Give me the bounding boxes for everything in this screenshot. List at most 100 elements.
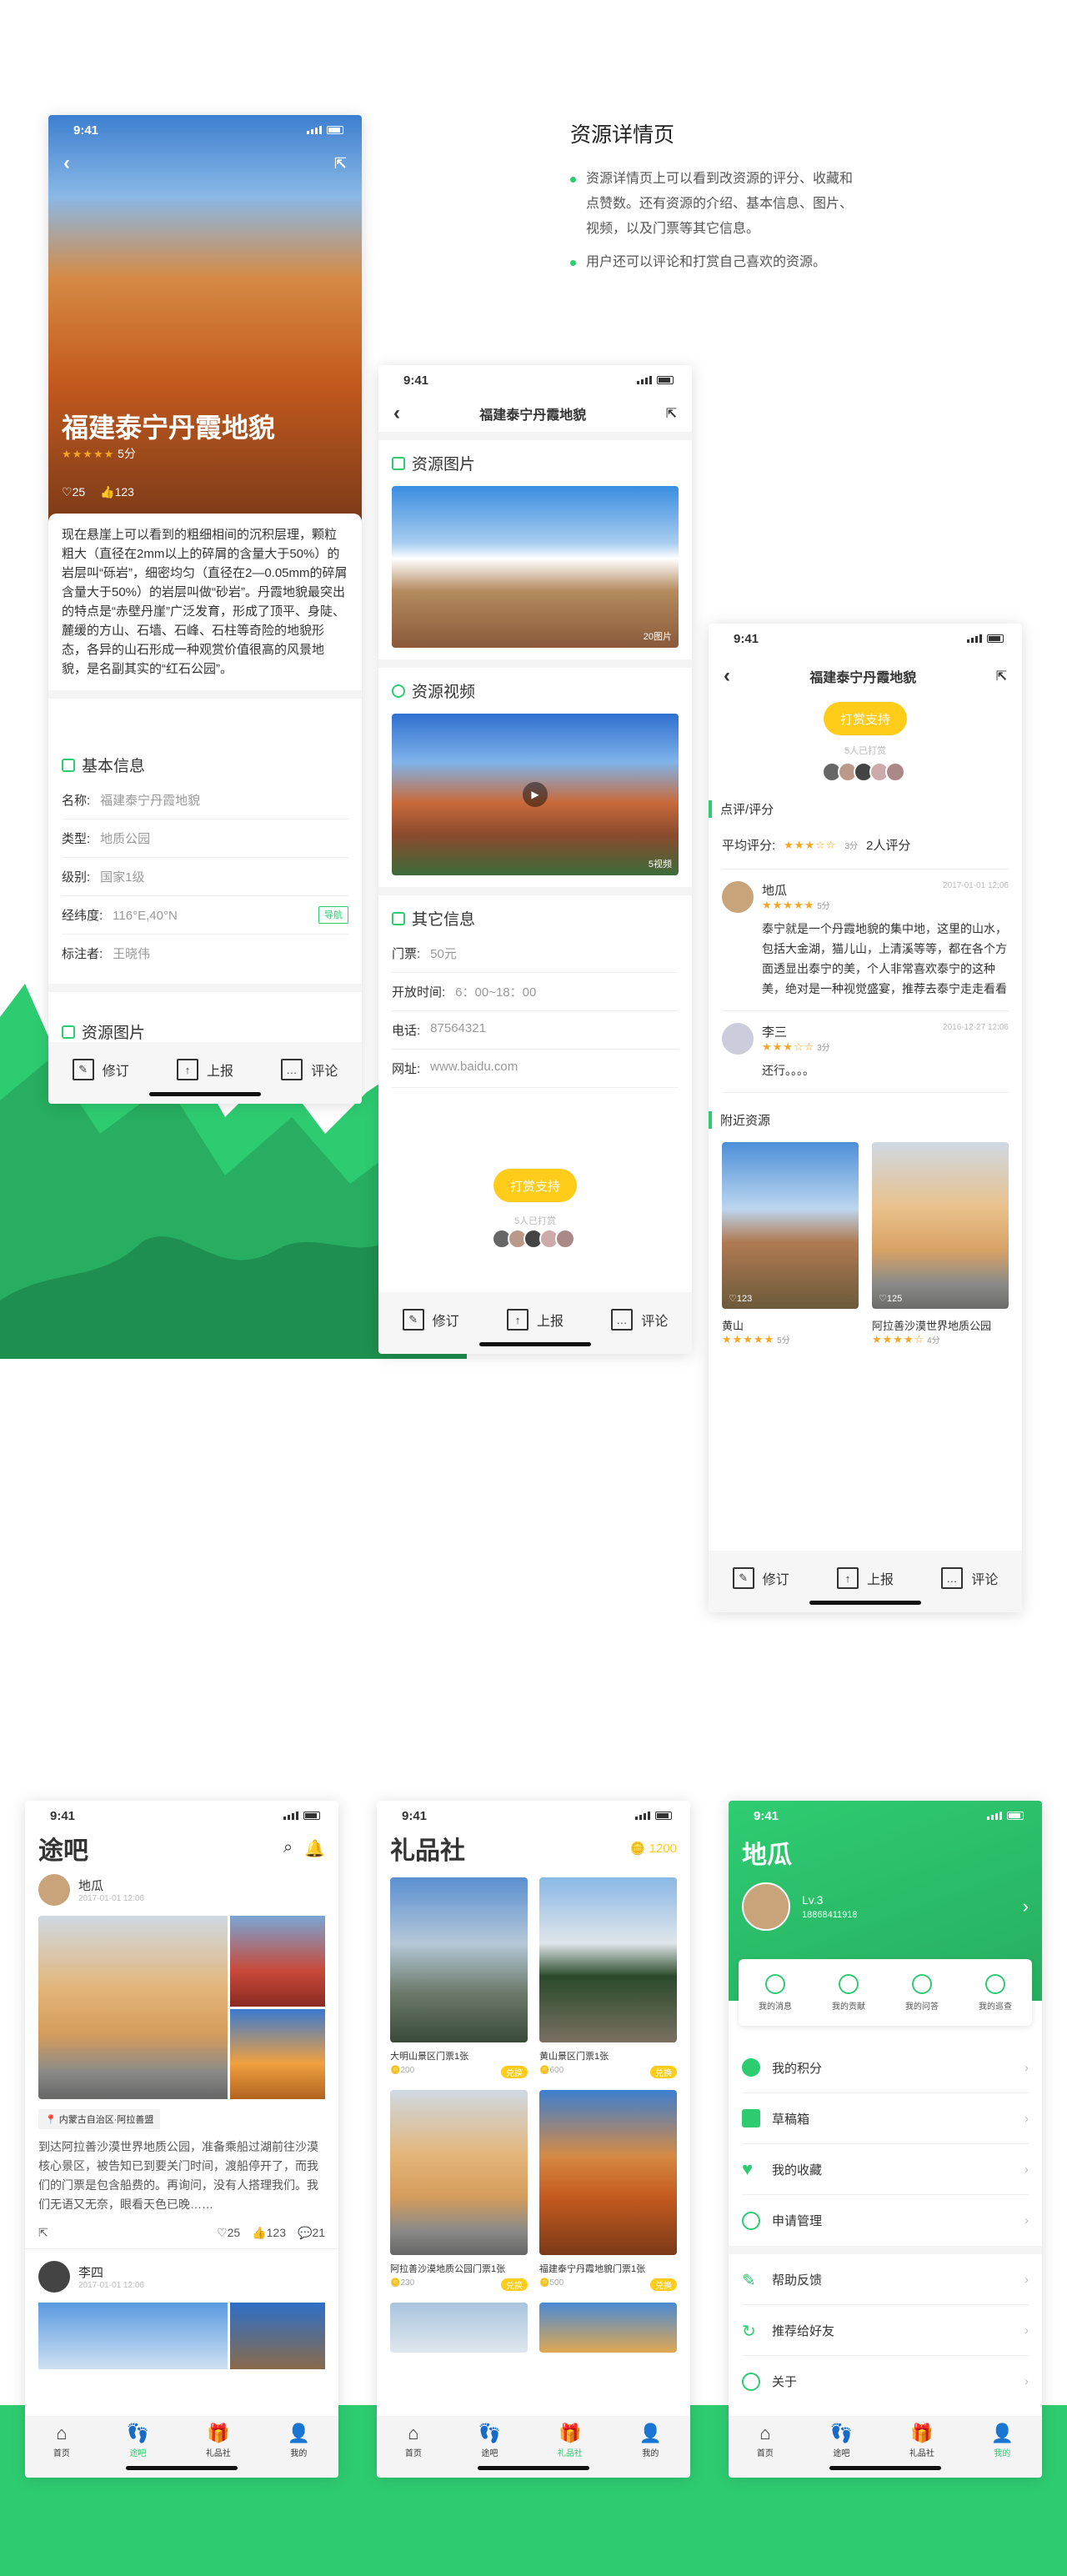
- tab-me[interactable]: 👤 我的: [991, 2423, 1014, 2478]
- report-button[interactable]: ↑ 上报: [506, 1309, 564, 1331]
- tipper-avatars: [709, 762, 1022, 782]
- menu-apply[interactable]: 申请管理 ›: [742, 2195, 1029, 2246]
- search-icon[interactable]: ⌕: [283, 1838, 293, 1859]
- product-card[interactable]: 黄山景区门票1张 🪙600 兑换: [539, 1877, 677, 2078]
- quick-messages[interactable]: 我的消息: [759, 1973, 792, 2012]
- navigate-button[interactable]: 导航: [318, 906, 348, 924]
- phone-resource-detail: 9:41 ‹ ⇱ 福建泰宁丹霞地貌 ★★★★★ 5分 ♡25 👍123 现在悬崖上可…: [48, 115, 362, 1104]
- status-bar: 9:41: [378, 365, 692, 395]
- edit-button[interactable]: ✎ 修订: [732, 1567, 789, 1589]
- back-icon[interactable]: ‹: [724, 664, 730, 688]
- video-count: 5视频: [648, 860, 672, 870]
- play-icon: [392, 684, 405, 698]
- redeem-button[interactable]: 兑换: [501, 2066, 528, 2078]
- redeem-button[interactable]: 兑换: [650, 2066, 677, 2078]
- quick-qa[interactable]: 我的问答: [905, 1973, 939, 2012]
- user-icon: 👤: [990, 2423, 1014, 2443]
- post-images[interactable]: [38, 2303, 325, 2369]
- menu-favorites[interactable]: ♥ 我的收藏 ›: [742, 2144, 1029, 2195]
- tab-me[interactable]: 👤 我的: [639, 2423, 662, 2478]
- video-thumbnail[interactable]: ▶ 5视频: [392, 714, 679, 875]
- info-row: 门票: 50元: [392, 935, 679, 973]
- tab-bar: ⌂ 首页 👣 途吧 🎁 礼品社 👤 我的: [25, 2416, 338, 2478]
- nearby-card[interactable]: ♡123 黄山 ★★★★★ 5分: [722, 1142, 859, 1346]
- comment-button[interactable]: … 评论: [941, 1567, 998, 1589]
- comment-button[interactable]: 💬21: [298, 2226, 325, 2240]
- comment-button[interactable]: … 评论: [281, 1059, 338, 1080]
- bell-icon[interactable]: 🔔: [304, 1838, 325, 1859]
- chevron-right-icon: ›: [1024, 2374, 1029, 2388]
- info-row: 标注者: 王晓伟: [62, 947, 151, 961]
- average-rating: 平均评分: ★★★☆☆ 3分 2人评分: [722, 836, 1009, 870]
- info-icon: [742, 2372, 760, 2391]
- info-icon: [392, 911, 405, 925]
- report-button[interactable]: ↑ 上报: [176, 1059, 233, 1080]
- basic-info-section: 基本信息 名称: 福建泰宁丹霞地貌 类型: 地质公园 级别: 国家1级 经纬度: 116…: [48, 742, 362, 992]
- question-icon: [912, 1973, 932, 1994]
- like-button[interactable]: ♡25: [217, 2226, 240, 2240]
- heart-icon[interactable]: ♡25: [62, 485, 85, 499]
- product-card[interactable]: 福建泰宁丹霞地貌门票1张 🪙500 兑换: [539, 2090, 677, 2291]
- nearby-card[interactable]: ♡125 阿拉善沙漠世界地质公园 ★★★★☆ 4分: [872, 1142, 1009, 1346]
- tip-button[interactable]: 打赏支持: [824, 702, 907, 735]
- tab-home[interactable]: ⌂ 首页: [53, 2423, 70, 2478]
- redeem-button[interactable]: 兑换: [650, 2278, 677, 2291]
- more-products: [377, 2303, 690, 2353]
- product-card[interactable]: 阿拉善沙漠地质公园门票1张 🪙230 兑换: [390, 2090, 528, 2291]
- info-icon: [62, 758, 75, 772]
- share-icon[interactable]: ⇱: [334, 155, 347, 173]
- home-icon: ⌂: [759, 2423, 771, 2443]
- edit-icon: ✎: [402, 1309, 424, 1331]
- comment-icon: …: [611, 1309, 634, 1331]
- post-images[interactable]: [38, 1916, 325, 2099]
- photo-thumbnail[interactable]: 20图片: [392, 486, 679, 648]
- back-icon[interactable]: ‹: [393, 402, 400, 425]
- report-button[interactable]: ↑ 上报: [836, 1567, 894, 1589]
- home-indicator: [478, 2466, 589, 2470]
- share-icon[interactable]: ⇱: [38, 2226, 48, 2240]
- shop-header: 礼品社 🪙 1200: [377, 1831, 690, 1866]
- points-display[interactable]: 🪙 1200: [630, 1841, 677, 1856]
- resource-title: 福建泰宁丹霞地貌: [62, 413, 276, 443]
- tab-home[interactable]: ⌂ 首页: [405, 2423, 422, 2478]
- description-card: 现在悬崖上可以看到的粗细相间的沉积层理，颗粒粗大（直径在2mm以上的碎屑的含量大…: [48, 514, 362, 699]
- quick-patrol[interactable]: 我的巡查: [979, 1973, 1012, 2012]
- share-icon[interactable]: ⇱: [996, 668, 1007, 684]
- avatar: [722, 1023, 754, 1055]
- nearby-image: ♡123: [722, 1142, 859, 1309]
- tab-me[interactable]: 👤 我的: [288, 2423, 310, 2478]
- star-rating-icon: ★★★★☆: [872, 1333, 925, 1346]
- redeem-button[interactable]: 兑换: [501, 2278, 528, 2291]
- quick-contribution[interactable]: 我的贡献: [832, 1973, 865, 2012]
- action-bar: ✎ 修订 ↑ 上报 … 评论: [709, 1551, 1022, 1612]
- product-card[interactable]: 大明山景区门票1张 🪙200 兑换: [390, 1877, 528, 2078]
- info-row: 电话: 87564321: [392, 1011, 679, 1050]
- thumb-icon[interactable]: 👍123: [100, 485, 134, 499]
- action-bar: ✎ 修订 ↑ 上报 … 评论: [378, 1292, 692, 1354]
- menu-share[interactable]: ↻ 推荐给好友 ›: [742, 2305, 1029, 2356]
- draft-icon: [742, 2109, 760, 2127]
- chevron-right-icon: ›: [1024, 2111, 1029, 2126]
- user-summary[interactable]: Lv.3 18868411918 ›: [729, 1874, 1042, 1939]
- edit-button[interactable]: ✎ 修订: [72, 1059, 129, 1080]
- menu-about[interactable]: 关于 ›: [742, 2356, 1029, 2407]
- location-tag[interactable]: 📍 内蒙古自治区·阿拉善盟: [38, 2109, 161, 2129]
- menu-feedback[interactable]: ✎ 帮助反馈 ›: [742, 2254, 1029, 2305]
- tip-button[interactable]: 打赏支持: [493, 1169, 577, 1202]
- back-icon[interactable]: ‹: [63, 152, 70, 175]
- gift-icon: 🎁: [207, 2423, 230, 2443]
- menu-drafts[interactable]: 草稿箱 ›: [742, 2093, 1029, 2144]
- edit-button[interactable]: ✎ 修订: [402, 1309, 459, 1331]
- footprint-icon: 👣: [829, 2423, 854, 2443]
- menu-points[interactable]: 我的积分 ›: [742, 2042, 1029, 2093]
- star-rating-icon: ★★★★★: [722, 1333, 775, 1346]
- chevron-right-icon: ›: [1024, 2162, 1029, 2177]
- tip-count: 5人已打赏: [844, 746, 887, 756]
- share-icon[interactable]: ⇱: [666, 405, 677, 422]
- tab-home[interactable]: ⌂ 首页: [757, 2423, 774, 2478]
- info-row: 类型: 地质公园: [62, 819, 348, 858]
- status-bar: 9:41: [377, 1801, 690, 1831]
- thumb-button[interactable]: 👍123: [252, 2226, 286, 2240]
- play-button-icon[interactable]: ▶: [523, 782, 548, 807]
- comment-button[interactable]: … 评论: [611, 1309, 668, 1331]
